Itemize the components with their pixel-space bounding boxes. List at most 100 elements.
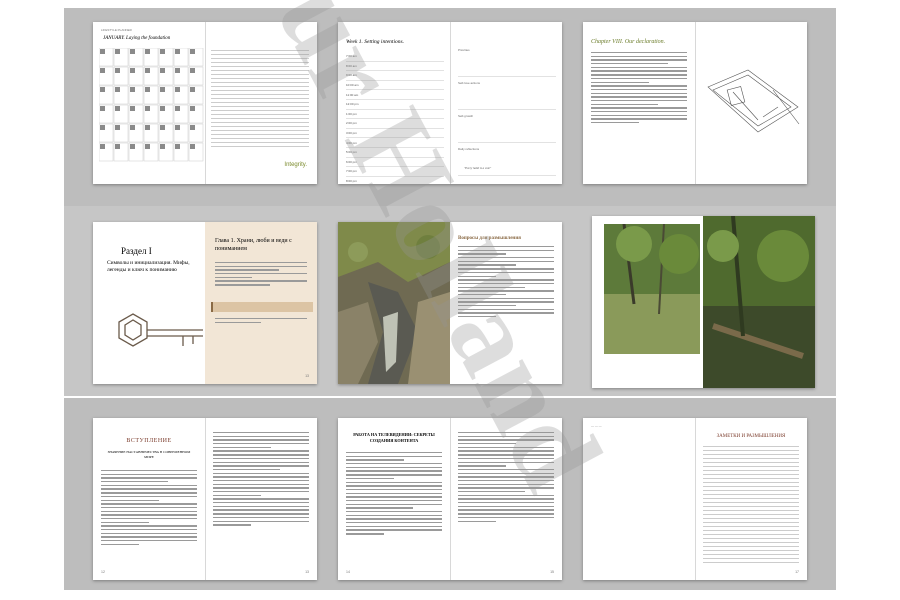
calendar-grid xyxy=(99,48,204,162)
calendar-day-marker xyxy=(160,125,165,130)
calendar-day-marker xyxy=(175,106,180,111)
spread-notes: — — — ЗАМЕТКИ И РАЗМЫШЛЕНИЯ 17 xyxy=(583,418,807,580)
calendar-day-marker xyxy=(160,87,165,92)
calendar-day-marker xyxy=(190,125,195,130)
part-title: Раздел I xyxy=(121,246,152,256)
calendar-day-marker xyxy=(130,49,135,54)
page-number-right: 13 xyxy=(305,570,309,574)
calendar-day-marker xyxy=(145,49,150,54)
calendar-day-marker xyxy=(175,87,180,92)
section-label: Self-growth xyxy=(458,114,474,118)
calendar-day-marker xyxy=(160,144,165,149)
calendar-day-marker xyxy=(145,68,150,73)
time-slot: 7:00 am xyxy=(346,52,444,62)
spread-intro: Раздел I Символы и инициализация. Мифы, … xyxy=(93,222,317,384)
calendar-day-marker xyxy=(190,49,195,54)
highlight-banner xyxy=(211,302,313,312)
time-slot: 12:00 pm xyxy=(346,100,444,110)
time-slot: 6:00 pm xyxy=(346,158,444,168)
calendar-day-marker xyxy=(100,125,105,130)
time-slot: 8:00 am xyxy=(346,62,444,72)
time-label: 3:00 pm xyxy=(346,131,357,136)
time-label: 8:00 am xyxy=(346,63,357,68)
calendar-day-marker xyxy=(175,144,180,149)
schedule-section: Self-love actions xyxy=(458,79,556,110)
time-label: 12:00 pm xyxy=(346,102,359,107)
calendar-day-marker xyxy=(100,144,105,149)
calendar-day-marker xyxy=(175,68,180,73)
spread-intro2: ВСТУПЛЕНИЕ ЗНАЧЕНИЕ НАСТАВНИЧЕСТВА В СОВ… xyxy=(93,418,317,580)
questions-title: Вопросы для размышления xyxy=(458,236,521,241)
schedule-section: Daily reflections xyxy=(458,145,556,176)
notes-title: ЗАМЕТКИ И РАЗМЫШЛЕНИЯ xyxy=(716,434,786,439)
calendar-day-marker xyxy=(100,68,105,73)
time-label: 11:00 am xyxy=(346,92,359,97)
page-number-left: 12 xyxy=(101,570,105,574)
time-slot: 5:00 pm xyxy=(346,148,444,158)
chapter-body xyxy=(591,52,687,126)
time-slot: 4:00 pm xyxy=(346,138,444,148)
time-slot: 10:00 am xyxy=(346,81,444,91)
calendar-day-marker xyxy=(160,49,165,54)
calendar-day-marker xyxy=(175,49,180,54)
calendar-day-marker xyxy=(130,106,135,111)
time-label: 5:00 pm xyxy=(346,150,357,155)
calendar-day-marker xyxy=(100,106,105,111)
time-label: 6:00 pm xyxy=(346,159,357,164)
time-slot: 9:00 am xyxy=(346,71,444,81)
time-slot: 8:00 pm xyxy=(346,177,444,184)
time-label: 2:00 pm xyxy=(346,121,357,126)
time-label: 8:00 pm xyxy=(346,179,357,184)
time-label: 7:00 pm xyxy=(346,169,357,174)
section-label: Daily reflections xyxy=(458,147,480,151)
brand-label: Integrity. xyxy=(284,162,307,168)
calendar-day-marker xyxy=(115,144,120,149)
calendar-day-marker xyxy=(190,68,195,73)
page-number: 13 xyxy=(305,374,309,378)
calendar-day-marker xyxy=(115,49,120,54)
page-number-left: 14 xyxy=(346,570,350,574)
intro-title: ВСТУПЛЕНИЕ xyxy=(126,438,172,444)
forest-photo-left xyxy=(604,224,700,354)
calendar-day-marker xyxy=(175,125,180,130)
time-slot: 11:00 am xyxy=(346,90,444,100)
time-label: 9:00 am xyxy=(346,73,357,78)
creek-photo xyxy=(338,222,450,384)
calendar-day-marker xyxy=(145,106,150,111)
notes-lines xyxy=(703,446,799,566)
time-slot: 7:00 pm xyxy=(346,167,444,177)
forest-photo-right xyxy=(703,216,815,388)
calendar-day-marker xyxy=(160,68,165,73)
time-label: 7:00 am xyxy=(346,54,357,59)
spread-schedule: Week 1. Setting intentions. 7:00 am 8:00 … xyxy=(338,22,562,184)
chapter-text xyxy=(215,262,307,288)
calendar-day-marker xyxy=(190,144,195,149)
time-label: 10:00 am xyxy=(346,83,359,88)
time-slot: 3:00 pm xyxy=(346,129,444,139)
time-label: 1:00 pm xyxy=(346,111,357,116)
calendar-day-marker xyxy=(100,49,105,54)
spread-chapter2: РАБОТА НА ТЕЛЕВИДЕНИИ: СЕКРЕТЫ СОЗДАНИЯ … xyxy=(338,418,562,580)
schedule-sections: Priorities Self-love actions Self-growth Da… xyxy=(458,46,556,178)
time-slot: 1:00 pm xyxy=(346,110,444,120)
calendar-day-marker xyxy=(130,144,135,149)
time-slot: 2:00 pm xyxy=(346,119,444,129)
calendar-day-marker xyxy=(190,106,195,111)
schedule-title: Week 1. Setting intentions. xyxy=(346,39,404,45)
schedule-section: Self-growth xyxy=(458,112,556,143)
page-number-right: 17 xyxy=(795,570,799,574)
spread-chapter: Chapter VIII. Our declaration. xyxy=(583,22,807,184)
section-label: Priorities xyxy=(458,48,470,52)
schedule-quote: "Every habit is a vote" xyxy=(464,166,492,170)
calendar-day-marker xyxy=(145,87,150,92)
calendar-day-marker xyxy=(130,125,135,130)
calendar-day-marker xyxy=(115,106,120,111)
spread-creek: Вопросы для размышления xyxy=(338,222,562,384)
calendar-day-marker xyxy=(160,106,165,111)
chapter-title: Chapter VIII. Our declaration. xyxy=(591,39,666,45)
key-icon xyxy=(118,313,203,347)
calendar-day-marker xyxy=(145,125,150,130)
part-subtitle: Символы и инициализация. Мифы, легенды и… xyxy=(107,260,190,273)
calendar-day-marker xyxy=(115,68,120,73)
calendar-day-marker xyxy=(115,125,120,130)
